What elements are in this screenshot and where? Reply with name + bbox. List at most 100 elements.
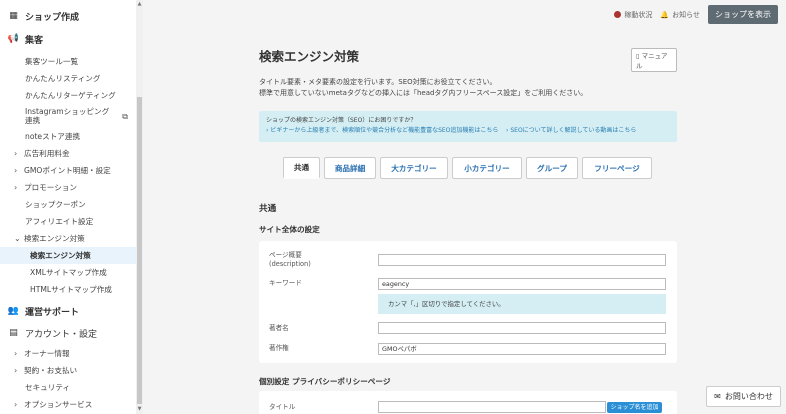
page-description: タイトル要素・メタ要素の設定を行います。SEO対策にお役立てください。 標準で用… xyxy=(259,77,677,99)
page-title: 検索エンジン対策 xyxy=(259,49,360,64)
sidebar-item-label: 広告利用料金 xyxy=(24,149,70,158)
chevron-right-icon: › xyxy=(14,183,18,192)
label-line: ページ概要 xyxy=(269,251,302,259)
notice-label: お知らせ xyxy=(672,10,700,19)
sidebar-item-label: 契約・お支払い xyxy=(24,366,78,375)
chevron-right-icon: › xyxy=(14,166,18,175)
subsection-title-privacy: 個別設定 プライバシーポリシーページ xyxy=(259,377,391,386)
sidebar-item-coupon[interactable]: ショップクーポン xyxy=(0,196,136,213)
sidebar-item-seo-active[interactable]: 検索エンジン対策 xyxy=(0,247,136,264)
sidebar-item-security[interactable]: セキュリティ xyxy=(0,379,136,396)
notice-link[interactable]: 🔔 お知らせ xyxy=(660,10,700,20)
sidebar-section-label: ショップ作成 xyxy=(25,12,80,23)
tab-group[interactable]: グループ xyxy=(526,157,578,179)
contact-button[interactable]: ✉ お問い合わせ xyxy=(706,386,781,407)
description-line: 標準で用意していないmetaタグなどの挿入には「headタグ内フリースペース設定… xyxy=(259,89,588,97)
megaphone-icon: 📢 xyxy=(7,34,20,44)
tab-large-category[interactable]: 大カテゴリー xyxy=(380,157,448,179)
sidebar-section-label: 集客 xyxy=(25,35,44,46)
scroll-up-arrow-icon[interactable]: ▲ xyxy=(136,1,143,7)
privacy-settings-card: タイトル ショップ名を追加 xyxy=(259,391,677,414)
keyword-hint: カンマ「,」区切りで指定してください。 xyxy=(378,294,666,314)
privacy-title-input[interactable] xyxy=(378,401,606,413)
chevron-right-icon: › xyxy=(14,400,18,409)
sidebar-section-support[interactable]: 👥 運営サポート xyxy=(0,303,136,319)
sidebar-item-label: オプションサービス xyxy=(24,400,93,409)
sidebar-section-shop-create[interactable]: ▦ ショップ作成 xyxy=(0,8,136,24)
info-question: ショップの検索エンジン対策（SEO）にお困りですか？ xyxy=(266,117,417,124)
sidebar-item-label: 検索エンジン対策 xyxy=(24,234,85,243)
subsection-title-site: サイト全体の設定 xyxy=(259,225,320,234)
sidebar-item-ads[interactable]: › 広告利用料金 xyxy=(0,145,136,162)
keyword-input[interactable]: eagency xyxy=(378,278,666,290)
label-line: (description) xyxy=(269,260,311,268)
sidebar-item-listing[interactable]: かんたんリスティング xyxy=(0,70,136,87)
external-link-icon: ⧉ xyxy=(122,111,128,121)
mail-icon: ✉ xyxy=(714,392,721,401)
site-settings-card: ページ概要 (description) キーワード eagency カンマ「,」… xyxy=(259,241,677,363)
chevron-right-icon: › xyxy=(14,366,18,375)
sidebar-item-html-sitemap[interactable]: HTMLサイトマップ作成 xyxy=(0,281,136,298)
sidebar-item-tools[interactable]: 集客ツール一覧 xyxy=(0,53,136,70)
tab-product-detail[interactable]: 商品詳細 xyxy=(324,157,376,179)
store-icon: ▦ xyxy=(9,11,18,21)
author-input[interactable] xyxy=(378,322,666,334)
description-line: タイトル要素・メタ要素の設定を行います。SEO対策にお役立てください。 xyxy=(259,78,497,86)
sidebar-section-label: アカウント・設定 xyxy=(25,329,98,340)
author-label: 著者名 xyxy=(269,324,289,332)
people-icon: 👥 xyxy=(7,306,20,316)
sidebar-section-label: 運営サポート xyxy=(25,307,80,318)
chevron-right-icon: › xyxy=(14,149,18,158)
bell-icon: 🔔 xyxy=(660,10,670,19)
sidebar-item-label: XMLサイトマップ作成 xyxy=(30,268,107,277)
sidebar-section-attract[interactable]: 📢 集客 xyxy=(0,31,136,47)
sidebar-item-label: オーナー情報 xyxy=(24,349,70,358)
sidebar-item-owner[interactable]: › オーナー情報 xyxy=(0,345,136,362)
sidebar-item-gmo-points[interactable]: › GMOポイント明細・設定 xyxy=(0,162,136,179)
description-label: ページ概要 (description) xyxy=(269,251,311,269)
tab-free-page[interactable]: フリーページ xyxy=(582,157,652,179)
info-link-label: SEOについて詳しく解説している動画はこちら xyxy=(510,127,637,134)
status-icon xyxy=(614,11,622,18)
sidebar-item-label: プロモーション xyxy=(24,183,78,192)
sidebar-item-seo[interactable]: ⌄ 検索エンジン対策 xyxy=(0,230,136,247)
sidebar-scroll-thumb[interactable] xyxy=(137,97,142,404)
info-link-label: ビギナーから上級者まで、検索順位や競合分析など機能豊富なSEO追加機能はこちら xyxy=(270,127,499,134)
sidebar-item-xml-sitemap[interactable]: XMLサイトマップ作成 xyxy=(0,264,136,281)
sidebar-item-promotion[interactable]: › プロモーション xyxy=(0,179,136,196)
sidebar-item-label: GMOポイント明細・設定 xyxy=(24,166,111,175)
tab-common[interactable]: 共通 xyxy=(283,157,320,179)
seo-tabs: 共通 商品詳細 大カテゴリー 小カテゴリー グループ フリーページ xyxy=(283,157,652,179)
sidebar-item-label: noteストア連携 xyxy=(25,132,81,141)
status-link[interactable]: 稼動状況 xyxy=(614,10,652,20)
topbar: 稼動状況 🔔 お知らせ ショップを表示 xyxy=(614,5,778,24)
sidebar-item-label: HTMLサイトマップ作成 xyxy=(30,285,112,294)
contact-label: お問い合わせ xyxy=(724,392,773,401)
scroll-down-arrow-icon[interactable]: ▼ xyxy=(136,406,143,412)
sidebar-section-account[interactable]: ▤ アカウント・設定 xyxy=(0,325,136,341)
privacy-title-label: タイトル xyxy=(269,403,296,411)
sidebar-item-option[interactable]: › オプションサービス xyxy=(0,396,136,413)
sidebar-item-note[interactable]: noteストア連携 xyxy=(0,128,136,145)
manual-label: マニュアル xyxy=(636,52,668,70)
insert-shop-name-button[interactable]: ショップ名を追加 xyxy=(607,402,662,413)
tab-small-category[interactable]: 小カテゴリー xyxy=(452,157,522,179)
description-input[interactable] xyxy=(378,254,666,266)
manual-button[interactable]: ▯ マニュアル xyxy=(631,48,677,72)
copyright-input[interactable]: GMOペパボ xyxy=(378,343,666,355)
sidebar-item-affiliate[interactable]: アフィリエイト設定 xyxy=(0,213,136,230)
sidebar-item-contract[interactable]: › 契約・お支払い xyxy=(0,362,136,379)
sidebar: ▦ ショップ作成 📢 集客 集客ツール一覧 かんたんリスティング かんたんリター… xyxy=(0,0,136,414)
section-title-common: 共通 xyxy=(259,204,277,214)
sidebar-item-label: かんたんリスティング xyxy=(25,74,101,83)
info-link-seo-video[interactable]: › SEOについて詳しく解説している動画はこちら xyxy=(506,127,636,134)
info-link-seo-addon[interactable]: › ビギナーから上級者まで、検索順位や競合分析など機能豊富なSEO追加機能はこち… xyxy=(266,127,498,134)
sidebar-item-retargeting[interactable]: かんたんリターゲティング xyxy=(0,87,136,104)
sidebar-item-instagram[interactable]: Instagramショッピング連携 ⧉ xyxy=(0,104,136,128)
chevron-right-icon: › xyxy=(14,349,18,358)
sidebar-item-label: 集客ツール一覧 xyxy=(25,57,79,66)
show-shop-button[interactable]: ショップを表示 xyxy=(708,5,778,24)
sidebar-item-label: かんたんリターゲティング xyxy=(25,91,116,100)
sidebar-item-label: セキュリティ xyxy=(25,383,71,392)
sidebar-item-label: Instagramショッピング連携 xyxy=(25,107,110,125)
